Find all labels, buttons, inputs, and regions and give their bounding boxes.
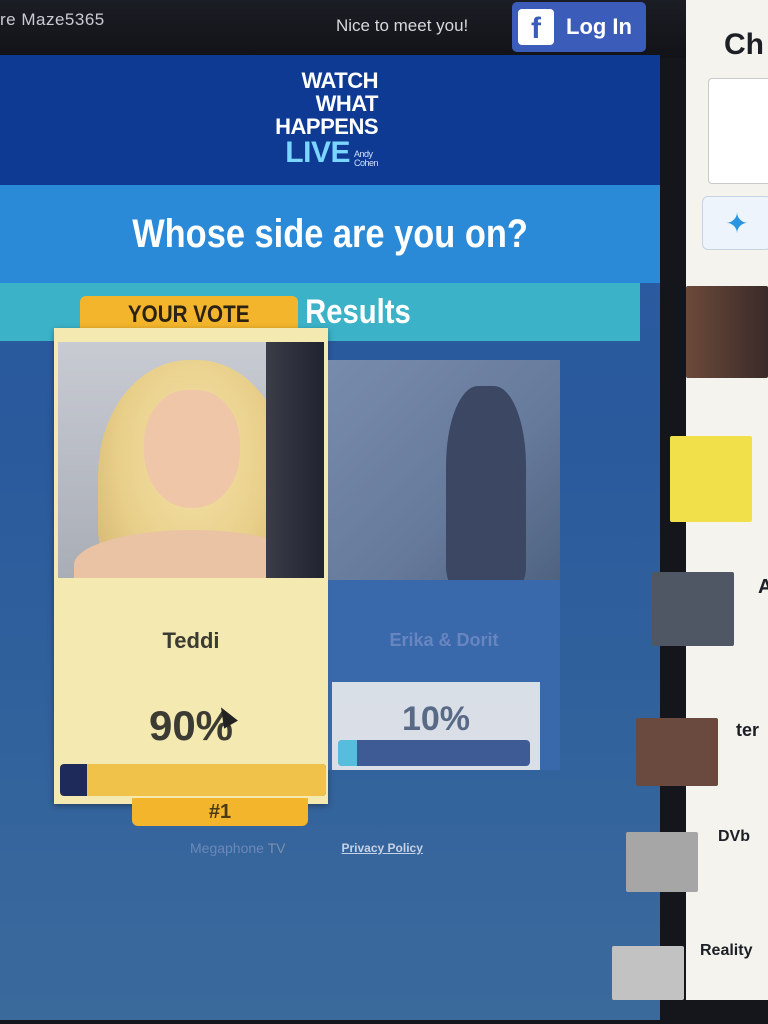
- photo-shadow: [266, 342, 324, 578]
- top-bar: re Maze5365 Nice to meet you! f Log In: [0, 0, 690, 58]
- sidebar-item-title[interactable]: Reality: [700, 942, 752, 960]
- megaphone-brand: Megaphone TV: [190, 840, 285, 856]
- logo-banner: WATCH WHAT HAPPENS LIVE Andy Cohen: [0, 55, 660, 185]
- sidebar-thumbnail[interactable]: [612, 946, 684, 1000]
- facebook-login-button[interactable]: f Log In: [512, 2, 646, 52]
- question-band: Whose side are you on?: [0, 185, 660, 283]
- result-panel-erika-dorit: 10%: [332, 682, 540, 770]
- option-photo-erika-dorit: [328, 360, 560, 580]
- sidebar-item-title[interactable]: ter: [736, 720, 759, 741]
- brand-suffix: TV: [267, 840, 286, 856]
- your-vote-label: YOUR VOTE: [128, 301, 250, 328]
- logo-live: LIVE: [285, 136, 350, 169]
- logo-line-1: WATCH: [301, 68, 378, 93]
- privacy-policy-link[interactable]: Privacy Policy: [341, 841, 422, 855]
- login-label: Log In: [566, 14, 632, 39]
- sidebar-thumbnail[interactable]: [636, 718, 718, 786]
- comment-box[interactable]: [708, 78, 768, 184]
- sidebar-title: Ch: [724, 28, 764, 61]
- sidebar-thumbnail[interactable]: [652, 572, 734, 646]
- option-photo-teddi: [58, 342, 324, 578]
- username: re Maze5365: [0, 10, 105, 29]
- result-bar-erika-dorit: [338, 740, 530, 766]
- sidebar-item-title[interactable]: DVb: [718, 828, 750, 846]
- result-bar-fill-erika-dorit: [338, 740, 358, 766]
- poll-question: Whose side are you on?: [132, 211, 528, 256]
- logo-line-2: WHAT: [315, 91, 379, 116]
- logo-line-3: HAPPENS: [275, 114, 378, 139]
- sidebar-thumbnail[interactable]: [626, 832, 698, 892]
- rank-badge: #1: [132, 798, 308, 826]
- option-name-erika-dorit: Erika & Dorit: [389, 630, 499, 650]
- sidebar-item-title[interactable]: A: [758, 576, 768, 599]
- widget-footer: Megaphone TV Privacy Policy: [190, 840, 423, 856]
- photo-face: [144, 390, 240, 508]
- twitter-button[interactable]: ✦: [702, 196, 768, 250]
- option-percent-teddi: 90%: [148, 702, 234, 749]
- option-percent-erika-dorit: 10%: [401, 700, 471, 738]
- option-card-teddi[interactable]: Teddi 90%: [54, 328, 328, 804]
- option-name-teddi: Teddi: [162, 628, 220, 653]
- right-sidebar: Ch ✦ A ter DVb Reality: [612, 0, 768, 1000]
- greeting-text: Nice to meet you!: [336, 16, 469, 35]
- result-bar-fill-teddi: [86, 764, 326, 796]
- facebook-icon: f: [518, 9, 554, 45]
- logo-host: Andy Cohen: [353, 150, 379, 168]
- logo-host-last: Cohen: [353, 158, 379, 168]
- option-card-erika-dorit[interactable]: Erika & Dorit 10%: [328, 360, 560, 770]
- result-bar-teddi: [60, 764, 326, 796]
- wwhl-logo: WATCH WHAT HAPPENS LIVE Andy Cohen: [258, 69, 378, 168]
- brand-name: Megaphone: [190, 840, 264, 856]
- logo-line-4: LIVE Andy Cohen: [258, 138, 378, 168]
- twitter-icon: ✦: [725, 207, 749, 239]
- sidebar-thumbnail[interactable]: [686, 286, 768, 378]
- photo-figure: [446, 386, 526, 580]
- sidebar-thumbnail[interactable]: [670, 436, 752, 522]
